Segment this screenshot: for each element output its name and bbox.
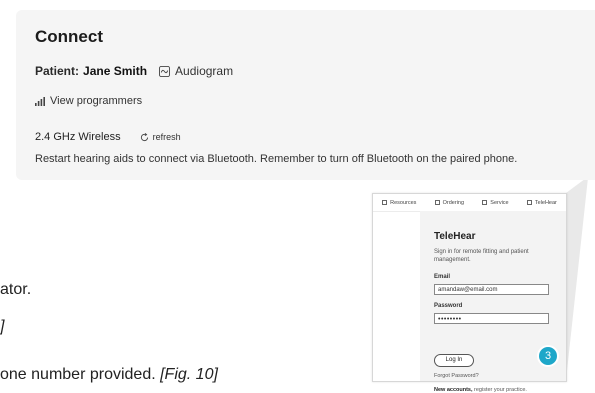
- refresh-icon: [140, 132, 148, 141]
- nav-item-ordering[interactable]: Ordering: [434, 199, 465, 206]
- step-number-badge: 3: [539, 347, 557, 365]
- audiogram-icon: [159, 65, 171, 77]
- telehear-login-panel: TeleHear Sign in for remote fitting and …: [420, 211, 566, 393]
- nav-item-label: TeleHear: [534, 199, 557, 206]
- forgot-password-link[interactable]: Forgot Password?: [434, 373, 479, 379]
- nav-item-service[interactable]: Service: [482, 199, 509, 206]
- audiogram-label: Audiogram: [175, 64, 234, 78]
- external-link-icon: [482, 200, 488, 205]
- wireless-label: 2.4 GHz Wireless: [35, 131, 121, 143]
- figure-reference: [Fig. 10]: [160, 366, 218, 383]
- email-label: Email: [434, 274, 451, 280]
- password-label: Password: [434, 303, 463, 309]
- refresh-button[interactable]: refresh: [140, 132, 181, 142]
- email-field[interactable]: amandaw@email.com: [434, 284, 549, 295]
- nav-item-telehear[interactable]: TeleHear: [526, 199, 557, 206]
- password-field[interactable]: ••••••••: [434, 313, 549, 324]
- nav-item-label: Ordering: [442, 199, 465, 206]
- telehear-subtitle: Sign in for remote fitting and patient m…: [434, 249, 529, 263]
- telehear-top-nav: Resources Ordering Service TeleHear: [373, 194, 566, 212]
- login-button[interactable]: Log In: [434, 354, 474, 367]
- external-link-icon: [382, 200, 388, 205]
- body-text-line-3: one number provided. [Fig. 10]: [0, 366, 218, 384]
- body-text-line-1: ator.: [0, 281, 32, 298]
- body-text-line-3-text: one number provided.: [0, 366, 161, 383]
- view-programmers-label: View programmers: [50, 95, 143, 107]
- nav-item-label: Resources: [390, 199, 417, 206]
- audiogram-link[interactable]: Audiogram: [159, 64, 233, 78]
- restart-instructions: Restart hearing aids to connect via Blue…: [35, 153, 518, 165]
- refresh-label: refresh: [152, 132, 181, 142]
- patient-label: Patient:: [35, 64, 80, 78]
- nav-item-label: Service: [490, 199, 509, 206]
- external-link-icon: [526, 200, 532, 205]
- telehear-title: TeleHear: [434, 231, 476, 242]
- signal-bars-icon: [35, 96, 45, 106]
- body-text-line-2: ]: [0, 318, 5, 335]
- patient-row: Patient: Jane Smith Audiogram: [35, 64, 233, 78]
- patient-name: Jane Smith: [83, 64, 148, 78]
- view-programmers-link[interactable]: View programmers: [35, 95, 142, 107]
- wireless-row: 2.4 GHz Wireless refresh: [35, 131, 181, 143]
- connect-card: Connect Patient: Jane Smith Audiogram Vi…: [16, 10, 595, 180]
- connect-title: Connect: [35, 27, 103, 46]
- telehear-login-screenshot: Resources Ordering Service TeleHear Tele…: [372, 193, 567, 393]
- external-link-icon: [434, 200, 440, 205]
- nav-item-resources[interactable]: Resources: [382, 200, 416, 206]
